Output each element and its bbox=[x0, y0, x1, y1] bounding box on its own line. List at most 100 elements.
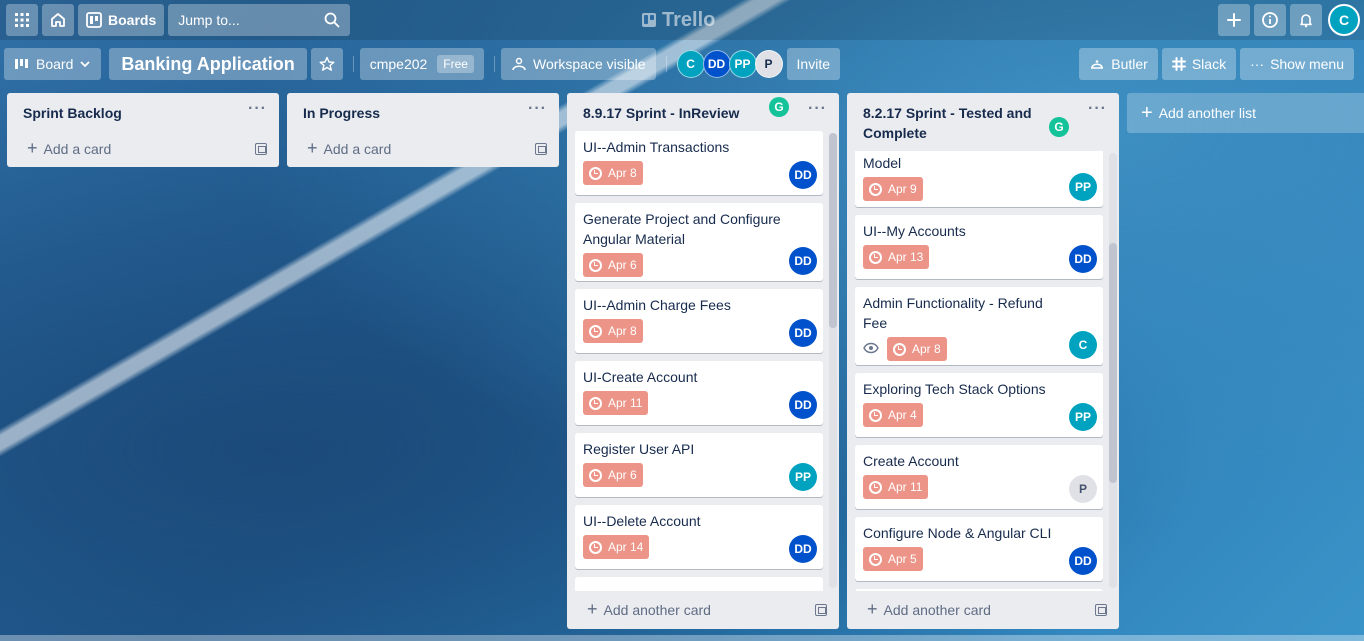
home-icon bbox=[51, 13, 65, 27]
due-date-badge[interactable]: Apr 11 bbox=[583, 391, 649, 415]
card-member-avatar[interactable]: DD bbox=[1069, 547, 1097, 575]
card-member-avatar[interactable]: DD bbox=[789, 247, 817, 275]
create-button[interactable] bbox=[1218, 4, 1250, 36]
header-actions: C bbox=[1216, 4, 1360, 36]
add-another-card-button[interactable]: + Add another card bbox=[567, 591, 839, 629]
due-date-badge[interactable]: Apr 14 bbox=[583, 535, 650, 559]
user-avatar[interactable]: C bbox=[1328, 4, 1360, 36]
due-date-label: Apr 13 bbox=[888, 250, 924, 264]
card-partial[interactable] bbox=[575, 577, 823, 591]
card-member-avatar[interactable]: DD bbox=[789, 319, 817, 347]
card[interactable]: Configure Node & Angular CLI Apr 5 DD bbox=[855, 517, 1103, 581]
card[interactable]: UI--Delete Account Apr 14 DD bbox=[575, 505, 823, 569]
card[interactable]: Model Apr 9 PP bbox=[855, 151, 1103, 207]
card-member-avatar[interactable]: PP bbox=[1069, 403, 1097, 431]
card-member-avatar[interactable]: PP bbox=[789, 463, 817, 491]
plus-icon: + bbox=[307, 138, 318, 158]
card-member-avatar[interactable]: PP bbox=[1069, 173, 1097, 201]
due-date-badge[interactable]: Apr 4 bbox=[863, 403, 923, 427]
list-title[interactable]: In Progress ··· bbox=[287, 93, 559, 131]
due-date-badge[interactable]: Apr 6 bbox=[583, 463, 643, 487]
card[interactable]: UI--Admin Transactions Apr 8 DD bbox=[575, 131, 823, 195]
card-template-icon[interactable] bbox=[1095, 604, 1107, 616]
list-title[interactable]: 8.9.17 Sprint - InReview G ··· bbox=[567, 93, 839, 131]
add-card-button[interactable]: + Add a card bbox=[7, 131, 279, 167]
card-member-avatar[interactable]: DD bbox=[789, 391, 817, 419]
card-title: Admin Functionality - Refund Fee bbox=[863, 295, 1043, 331]
list-scrollbar[interactable] bbox=[1109, 153, 1117, 588]
slack-button[interactable]: Slack bbox=[1161, 48, 1237, 80]
add-another-card-button[interactable]: + Add another card bbox=[847, 591, 1119, 629]
card-member-avatar[interactable]: P bbox=[1069, 475, 1097, 503]
star-icon bbox=[319, 56, 335, 71]
card-member-avatar[interactable]: DD bbox=[789, 161, 817, 189]
due-date-badge[interactable]: Apr 8 bbox=[887, 337, 947, 361]
member-avatar-dd[interactable]: DD bbox=[702, 50, 731, 78]
card[interactable]: Register User API Apr 6 PP bbox=[575, 433, 823, 497]
star-board-button[interactable] bbox=[310, 48, 343, 80]
member-avatar-pp[interactable]: PP bbox=[728, 50, 757, 78]
card-member-avatar[interactable]: C bbox=[1069, 331, 1097, 359]
list-scrollbar-thumb[interactable] bbox=[1109, 243, 1117, 483]
due-date-badge[interactable]: Apr 8 bbox=[583, 319, 643, 343]
card[interactable]: UI-Create Account Apr 11 DD bbox=[575, 361, 823, 425]
member-avatar-c[interactable]: C bbox=[676, 50, 705, 78]
list-scrollbar[interactable] bbox=[829, 133, 837, 588]
add-card-label: Add a card bbox=[43, 141, 112, 157]
due-date-badge[interactable]: Apr 5 bbox=[863, 547, 923, 571]
list-menu-icon[interactable]: ··· bbox=[808, 99, 827, 119]
search-input[interactable] bbox=[178, 12, 309, 28]
plus-icon: + bbox=[587, 599, 598, 619]
card[interactable]: Admin Functionality - Refund Fee Apr 8 C bbox=[855, 287, 1103, 365]
list-menu-icon[interactable]: ··· bbox=[528, 99, 547, 119]
home-button[interactable] bbox=[42, 4, 74, 36]
info-button[interactable] bbox=[1254, 4, 1286, 36]
boards-button[interactable]: Boards bbox=[78, 4, 165, 36]
board-view-switcher[interactable]: Board bbox=[4, 48, 102, 80]
workspace-button[interactable]: cmpe202 Free bbox=[359, 48, 484, 80]
grammarly-icon[interactable]: G bbox=[1049, 117, 1069, 137]
visibility-button[interactable]: Workspace visible bbox=[500, 48, 656, 80]
due-date-badge[interactable]: Apr 11 bbox=[863, 475, 929, 499]
show-menu-button[interactable]: ··· Show menu bbox=[1240, 48, 1354, 80]
card-list: UI--Admin Transactions Apr 8 DD Generate… bbox=[567, 131, 839, 591]
trello-logo[interactable]: Trello bbox=[642, 8, 715, 32]
add-card-button[interactable]: + Add a card bbox=[287, 131, 559, 167]
divider bbox=[352, 56, 354, 72]
card-template-icon[interactable] bbox=[815, 604, 827, 616]
list-in-progress: In Progress ··· + Add a card bbox=[287, 93, 559, 167]
card[interactable]: Create Account Apr 11 P bbox=[855, 445, 1103, 509]
member-avatar-p[interactable]: P bbox=[754, 50, 783, 78]
add-another-list-button[interactable]: + Add another list bbox=[1127, 93, 1364, 133]
card[interactable]: UI--My Accounts Apr 13 DD bbox=[855, 215, 1103, 279]
list-title[interactable]: Sprint Backlog ··· bbox=[7, 93, 279, 131]
board-horizontal-scrollbar[interactable] bbox=[0, 635, 1364, 641]
card-template-icon[interactable] bbox=[255, 143, 267, 155]
invite-button[interactable]: Invite bbox=[786, 48, 841, 80]
butler-button[interactable]: Butler bbox=[1079, 48, 1158, 80]
card-member-avatar[interactable]: DD bbox=[789, 535, 817, 563]
due-date-badge[interactable]: Apr 8 bbox=[583, 161, 643, 185]
jump-to-search[interactable] bbox=[168, 4, 351, 36]
list-scrollbar-thumb[interactable] bbox=[829, 133, 837, 328]
due-date-badge[interactable]: Apr 13 bbox=[863, 245, 930, 269]
list-title[interactable]: 8.2.17 Sprint - Tested and Complete G ··… bbox=[847, 93, 1119, 151]
list-sprint-inreview: 8.9.17 Sprint - InReview G ··· UI--Admin… bbox=[567, 93, 839, 629]
apps-grid-button[interactable] bbox=[6, 4, 38, 36]
card[interactable]: Exploring Tech Stack Options Apr 4 PP bbox=[855, 373, 1103, 437]
board-view-label: Board bbox=[36, 56, 74, 72]
card-member-avatar[interactable]: DD bbox=[1069, 245, 1097, 273]
list-menu-icon[interactable]: ··· bbox=[248, 99, 267, 119]
due-date-badge[interactable]: Apr 6 bbox=[583, 253, 643, 277]
card[interactable]: UI--Admin Charge Fees Apr 8 DD bbox=[575, 289, 823, 353]
card[interactable]: Generate Project and Configure Angular M… bbox=[575, 203, 823, 281]
grammarly-icon[interactable]: G bbox=[769, 97, 789, 117]
board-title[interactable]: Banking Application bbox=[109, 48, 307, 80]
list-menu-icon[interactable]: ··· bbox=[1088, 99, 1107, 119]
card-partial[interactable] bbox=[855, 589, 1103, 591]
list-title-text: In Progress bbox=[303, 105, 381, 121]
card-template-icon[interactable] bbox=[535, 143, 547, 155]
due-date-badge[interactable]: Apr 9 bbox=[863, 177, 923, 201]
notifications-button[interactable] bbox=[1290, 4, 1322, 36]
card-title: Exploring Tech Stack Options bbox=[863, 381, 1046, 397]
